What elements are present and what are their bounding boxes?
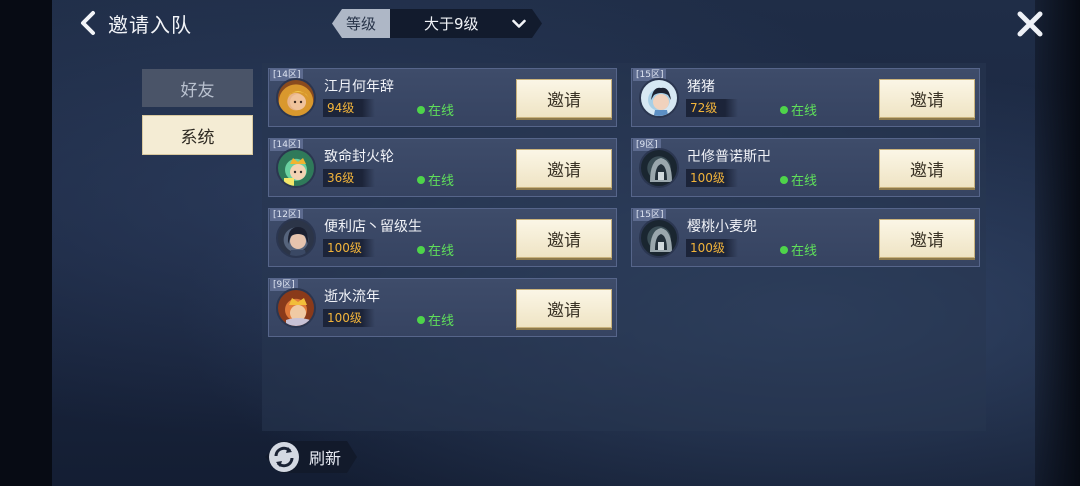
chevron-down-icon: [512, 19, 526, 29]
tab-system[interactable]: 系统: [142, 115, 253, 155]
invite-button[interactable]: 邀请: [879, 79, 975, 118]
back-arrow-icon: [81, 11, 95, 35]
invite-button[interactable]: 邀请: [516, 149, 612, 188]
online-status: 在线: [780, 240, 817, 259]
player-card: [14区] 江月何年辞 94级 在线 邀请: [268, 68, 617, 127]
status-text: 在线: [428, 244, 455, 259]
dark-hair-hero-avatar: [639, 78, 679, 118]
player-level: 100级: [323, 239, 375, 257]
level-filter[interactable]: 等级 大于9级: [332, 9, 542, 38]
level-filter-value: 大于9级: [424, 15, 479, 33]
player-name: 卍修普诺斯卍: [687, 149, 771, 165]
status-text: 在线: [791, 104, 818, 119]
invite-button[interactable]: 邀请: [879, 219, 975, 258]
online-dot-icon: [780, 105, 788, 114]
online-status: 在线: [417, 100, 454, 119]
status-text: 在线: [428, 104, 455, 119]
level-filter-label: 等级: [332, 9, 390, 38]
online-dot-icon: [780, 245, 788, 254]
player-name: 猪猪: [687, 79, 715, 95]
player-level: 100级: [686, 239, 738, 257]
player-name: 逝水流年: [324, 289, 380, 305]
player-card: [15区] 猪猪 72级 在线 邀请: [631, 68, 980, 127]
online-status: 在线: [417, 170, 454, 189]
player-level: 100级: [323, 309, 375, 327]
online-dot-icon: [417, 315, 425, 324]
online-dot-icon: [780, 175, 788, 184]
player-level: 72级: [686, 99, 738, 117]
player-level: 94级: [323, 99, 375, 117]
invite-team-screen: 邀请入队 等级 大于9级 好友 系统 [14区] 江月何年辞 94级 在线 邀请: [0, 0, 1080, 486]
player-list-panel: [14区] 江月何年辞 94级 在线 邀请 [15区] 猪猪 72级 在线 邀请…: [262, 63, 986, 431]
status-text: 在线: [428, 314, 455, 329]
player-level: 100级: [686, 169, 738, 187]
invite-button[interactable]: 邀请: [516, 219, 612, 258]
page-title: 邀请入队: [108, 12, 192, 37]
status-text: 在线: [791, 244, 818, 259]
online-dot-icon: [417, 105, 425, 114]
refresh-label: 刷新: [309, 449, 342, 468]
hooded-figure-avatar: [639, 218, 679, 258]
online-status: 在线: [417, 240, 454, 259]
status-text: 在线: [791, 174, 818, 189]
close-icon[interactable]: [1016, 10, 1044, 38]
player-level: 36级: [323, 169, 375, 187]
online-dot-icon: [417, 245, 425, 254]
blonde-hero-avatar: [276, 78, 316, 118]
refresh-button[interactable]: 刷新: [265, 441, 357, 473]
refresh-icon: [269, 442, 299, 472]
online-status: 在线: [417, 310, 454, 329]
level-filter-dropdown[interactable]: 大于9级: [390, 9, 542, 38]
player-card: [15区] 樱桃小麦兜 100级 在线 邀请: [631, 208, 980, 267]
player-card: [12区] 便利店丶留级生 100级 在线 邀请: [268, 208, 617, 267]
online-dot-icon: [417, 175, 425, 184]
player-name: 便利店丶留级生: [324, 219, 422, 235]
invite-button[interactable]: 邀请: [516, 289, 612, 328]
right-letterbox: [1035, 0, 1080, 486]
back-button[interactable]: 邀请入队: [78, 8, 208, 38]
left-letterbox: [0, 0, 52, 486]
hooded-figure-avatar: [639, 148, 679, 188]
status-text: 在线: [428, 174, 455, 189]
dark-hair-girl-avatar: [276, 218, 316, 258]
player-name: 江月何年辞: [324, 79, 394, 95]
player-name: 樱桃小麦兜: [687, 219, 757, 235]
player-card: [9区] 卍修普诺斯卍 100级 在线 邀请: [631, 138, 980, 197]
invite-button[interactable]: 邀请: [516, 79, 612, 118]
online-status: 在线: [780, 100, 817, 119]
crowned-hero-avatar: [276, 148, 316, 188]
tab-friends[interactable]: 好友: [142, 69, 253, 107]
player-name: 致命封火轮: [324, 149, 394, 165]
player-card: [14区] 致命封火轮 36级 在线 邀请: [268, 138, 617, 197]
invite-button[interactable]: 邀请: [879, 149, 975, 188]
player-card: [9区] 逝水流年 100级 在线 邀请: [268, 278, 617, 337]
crowned-warrior-avatar: [276, 288, 316, 328]
online-status: 在线: [780, 170, 817, 189]
